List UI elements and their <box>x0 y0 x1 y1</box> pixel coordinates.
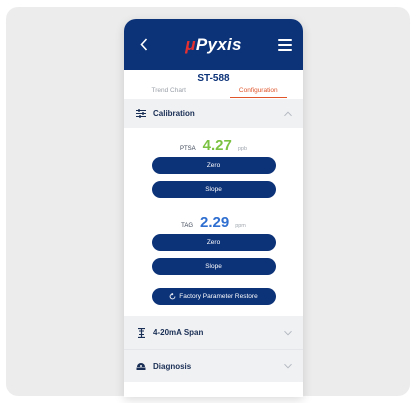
sliders-icon <box>136 109 146 119</box>
tag-slope-button[interactable]: Slope <box>151 258 276 275</box>
diagnosis-icon <box>136 361 146 371</box>
tab-trend-chart[interactable]: Trend Chart <box>124 85 214 99</box>
ptsa-value: 4.27 <box>202 137 232 154</box>
chevron-up-icon <box>284 110 292 116</box>
menu-button[interactable] <box>278 38 292 51</box>
ptsa-zero-button[interactable]: Zero <box>151 157 276 174</box>
tag-value: 2.29 <box>199 214 230 231</box>
ptsa-unit: ppb <box>237 146 248 152</box>
span-icon <box>136 327 146 338</box>
calibration-title: Calibration <box>153 109 195 118</box>
diagnosis-title: Diagnosis <box>153 361 192 371</box>
back-button[interactable] <box>140 36 148 54</box>
device-id: ST-588 <box>197 73 230 84</box>
ptsa-label: PTSA <box>179 146 196 152</box>
logo-text: Pyxis <box>195 34 242 54</box>
calibration-section-header[interactable]: Calibration <box>124 99 303 128</box>
diagnosis-section-header[interactable]: Diagnosis <box>124 349 303 382</box>
chevron-down-icon <box>284 330 292 336</box>
chevron-left-icon <box>140 37 148 51</box>
tag-zero-button[interactable]: Zero <box>151 234 276 251</box>
app-header: μPyxis <box>124 19 303 70</box>
tab-configuration[interactable]: Configuration <box>214 85 304 99</box>
calibration-body: PTSA 4.27 ppb Zero Slope TAG 2.29 ppm Ze… <box>124 128 303 316</box>
logo-prefix: μ <box>185 34 196 54</box>
restore-icon <box>169 293 176 300</box>
tag-unit: ppm <box>235 223 246 229</box>
factory-restore-button[interactable]: Factory Parameter Restore <box>151 288 276 305</box>
span-section-header[interactable]: 4-20mA Span <box>124 316 303 349</box>
span-title: 4-20mA Span <box>153 328 204 337</box>
tag-label: TAG <box>181 223 193 229</box>
app-logo: μPyxis <box>185 35 242 55</box>
ptsa-reading: PTSA 4.27 ppb <box>124 134 303 157</box>
menu-icon <box>278 38 292 41</box>
chevron-down-icon <box>284 363 292 369</box>
factory-restore-label: Factory Parameter Restore <box>179 293 258 300</box>
phone-screen: μPyxis ST-588 Trend Chart Configuration … <box>124 19 303 397</box>
ptsa-slope-button[interactable]: Slope <box>151 181 276 198</box>
tab-bar: Trend Chart Configuration <box>124 85 303 99</box>
tag-reading: TAG 2.29 ppm <box>124 211 303 234</box>
